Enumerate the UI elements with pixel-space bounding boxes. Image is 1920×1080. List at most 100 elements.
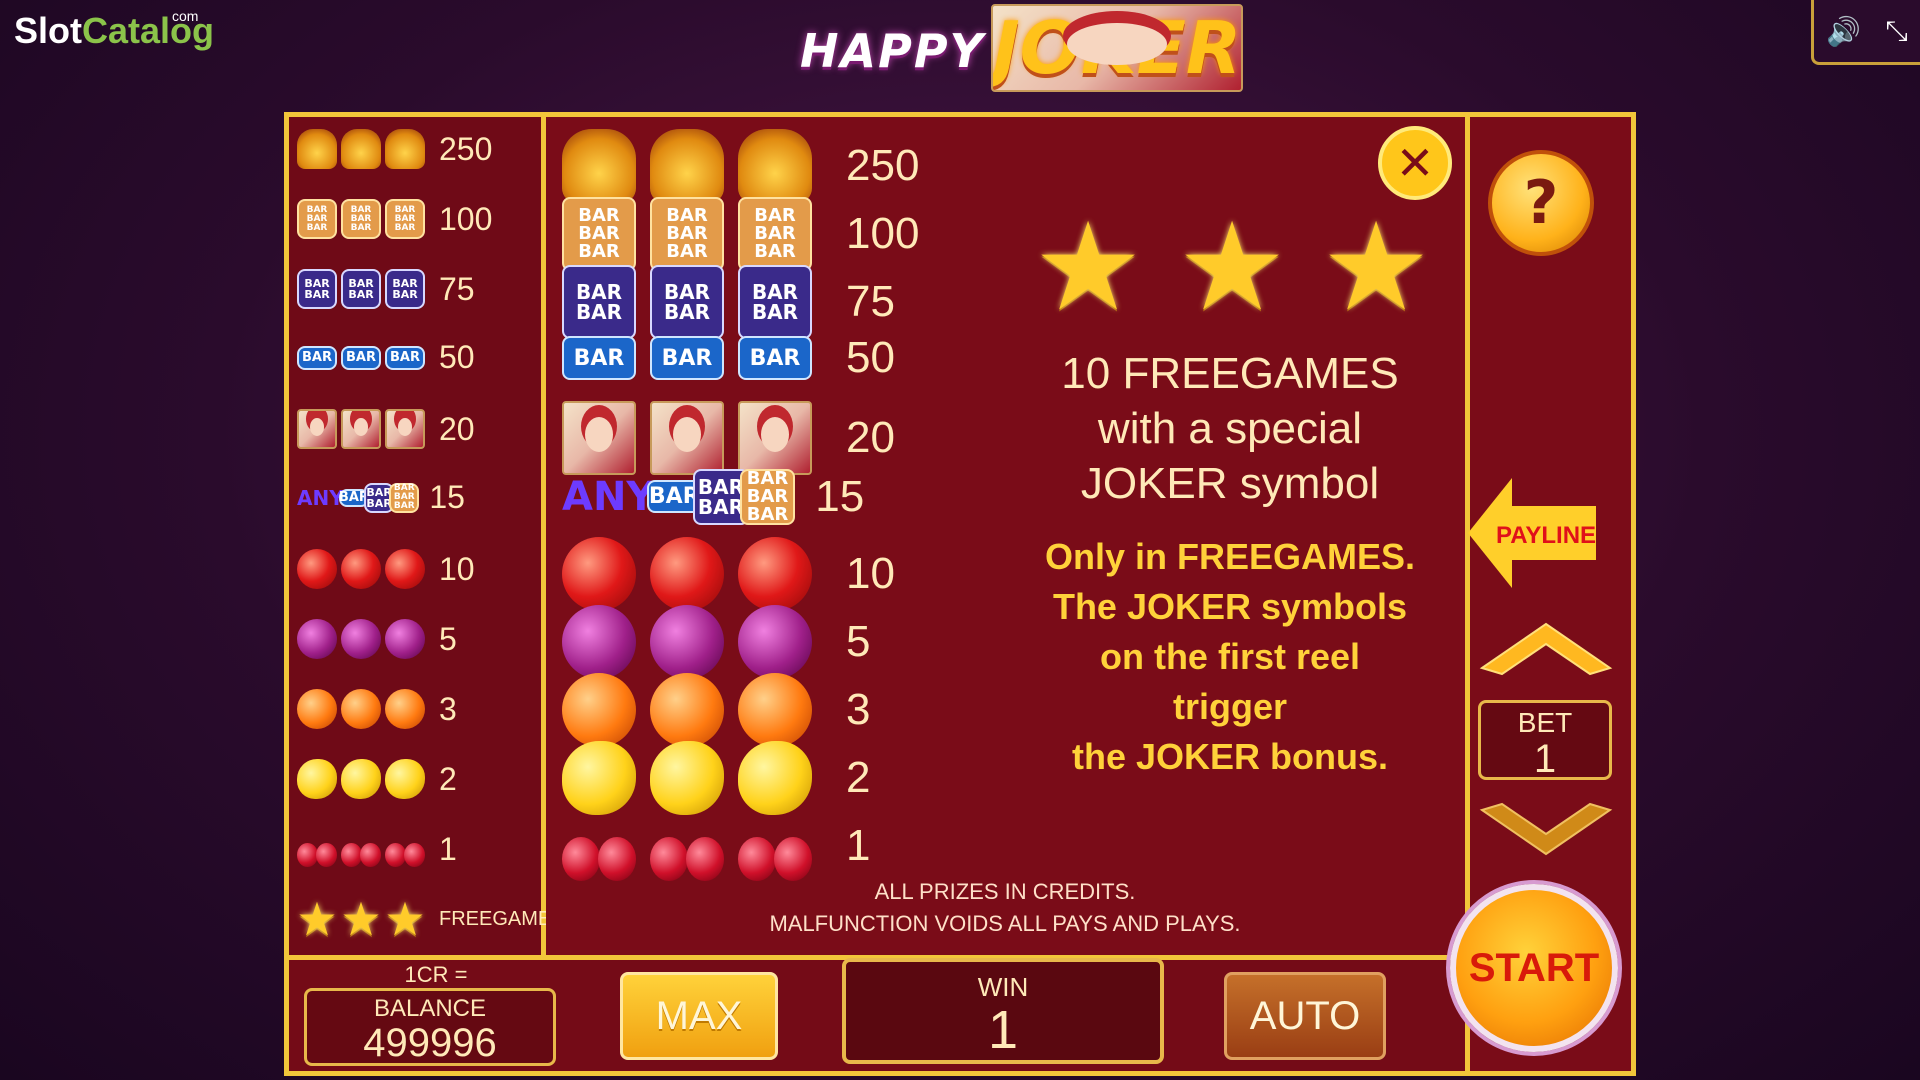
double-bar-symbol: BAR BAR: [650, 265, 724, 339]
star-icon: ★: [1321, 196, 1431, 338]
slotcatalog-watermark: SlotCatalog com: [14, 8, 214, 52]
plum-symbol: [738, 605, 812, 679]
payout-value: 20: [439, 410, 475, 447]
triple-bar-symbol: BAR BAR BAR: [562, 197, 636, 271]
freegames-desc-line: trigger: [1172, 686, 1287, 727]
orange-symbol: [562, 673, 636, 747]
orange-symbol: [297, 689, 337, 729]
auto-label: AUTO: [1249, 993, 1361, 1038]
apple-symbol: [738, 537, 812, 611]
cherry-symbol: [562, 809, 636, 883]
bet-label: BET: [1517, 707, 1573, 738]
apple-symbol: [341, 549, 381, 589]
exit-fullscreen-icon[interactable]: ⤡: [1885, 14, 1907, 48]
payout-value: 50: [846, 333, 895, 382]
balance-label: BALANCE: [373, 995, 487, 1022]
close-button[interactable]: ✕: [1378, 126, 1452, 200]
bet-increase-button[interactable]: [1476, 618, 1616, 678]
payline-indicator: PAYLINE: [1468, 478, 1596, 588]
paytable-row: 10: [562, 537, 895, 611]
lemon-symbol: [650, 741, 724, 815]
freegames-stars: ★ ★ ★: [1030, 206, 1434, 328]
paytable-row: BAR BAR BAR 50: [297, 339, 475, 376]
payout-value: 2: [439, 760, 457, 797]
footnote: ALL PRIZES IN CREDITS. MALFUNCTION VOIDS…: [650, 876, 1360, 940]
paytable-row: BAR BAR BAR BAR BAR BAR 75: [562, 265, 895, 339]
paytable-row: 5: [562, 605, 870, 679]
cherry-symbol: [650, 809, 724, 883]
paytable-row: ★ ★ ★ FREEGAMES: [296, 892, 564, 946]
crown-symbol: [562, 129, 636, 203]
star-icon: ★: [1177, 196, 1287, 338]
apple-symbol: [297, 549, 337, 589]
payout-value: 1: [439, 830, 457, 867]
joker-symbol: [341, 409, 381, 449]
autoplay-button[interactable]: AUTO: [1224, 972, 1386, 1060]
paytable-row: 250: [562, 129, 919, 203]
freegames-title-line: 10 FREEGAMES: [1061, 349, 1399, 398]
logo-joker: JOKER: [990, 4, 1244, 92]
star-icon: ★: [384, 892, 426, 946]
chevron-down-icon: [1479, 802, 1613, 856]
payout-value: 3: [439, 690, 457, 727]
win-display: WIN 1: [842, 958, 1164, 1064]
triple-bar-symbol: BAR BAR BAR: [650, 197, 724, 271]
close-icon: ✕: [1395, 136, 1435, 190]
bet-display: BET 1: [1478, 700, 1612, 780]
triple-bar-symbol: BAR BAR BAR: [297, 199, 337, 239]
double-bar-symbol: BAR BAR: [385, 269, 425, 309]
orange-symbol: [385, 689, 425, 729]
lemon-symbol: [738, 741, 812, 815]
logo-happy: HAPPY: [800, 24, 985, 78]
orange-symbol: [341, 689, 381, 729]
payout-value: 50: [439, 339, 475, 375]
speaker-icon[interactable]: 🔊: [1826, 15, 1861, 48]
double-bar-symbol: BAR BAR: [297, 269, 337, 309]
balance-display: BALANCE 499996: [304, 988, 556, 1066]
single-bar-symbol: BAR: [562, 336, 636, 380]
paytable-row: BAR BAR BAR 50: [562, 333, 895, 383]
crown-symbol: [385, 129, 425, 169]
payout-value: 1: [846, 821, 871, 870]
any-label: ANY: [562, 473, 656, 520]
cherry-symbol: [297, 829, 337, 869]
paytable-row: BAR BAR BAR BAR BAR BAR 75: [297, 269, 475, 309]
watermark-text: Slot: [14, 10, 82, 51]
orange-symbol: [738, 673, 812, 747]
payout-value: 15: [815, 471, 865, 521]
win-label: WIN: [977, 972, 1029, 1002]
payout-value: 5: [846, 617, 871, 666]
paytable-row: BAR BAR BAR BAR BAR BAR BAR BAR BAR 100: [562, 197, 919, 271]
lemon-symbol: [341, 759, 381, 799]
single-bar-symbol: BAR: [738, 336, 812, 380]
plum-symbol: [341, 619, 381, 659]
balance-value: 499996: [363, 1021, 497, 1065]
lemon-symbol: [385, 759, 425, 799]
footnote-line: MALFUNCTION VOIDS ALL PAYS AND PLAYS.: [769, 911, 1241, 936]
freegames-title-line: JOKER symbol: [1080, 459, 1380, 508]
max-bet-button[interactable]: MAX: [620, 972, 778, 1060]
paytable-row: 1: [297, 829, 457, 869]
paytable-row: 2: [297, 759, 457, 799]
crown-symbol: [341, 129, 381, 169]
paytable-row: 3: [562, 673, 870, 747]
plum-symbol: [562, 605, 636, 679]
start-button[interactable]: START: [1450, 884, 1618, 1052]
single-bar-symbol: BAR: [297, 345, 337, 370]
plum-symbol: [385, 619, 425, 659]
payout-value: 75: [846, 277, 895, 326]
joker-symbol: [650, 401, 724, 475]
payout-value: 250: [846, 141, 920, 190]
max-label: MAX: [655, 993, 743, 1038]
crown-symbol: [650, 129, 724, 203]
cherry-symbol: [341, 829, 381, 869]
paytable-row: 20: [297, 409, 475, 449]
help-button[interactable]: ?: [1488, 150, 1594, 256]
paytable-row: 3: [297, 689, 457, 729]
paytable-row: 2: [562, 741, 870, 815]
plum-symbol: [297, 619, 337, 659]
bet-decrease-button[interactable]: [1476, 800, 1616, 860]
crown-symbol: [738, 129, 812, 203]
start-label: START: [1468, 945, 1600, 990]
single-bar-symbol: BAR: [341, 345, 381, 370]
